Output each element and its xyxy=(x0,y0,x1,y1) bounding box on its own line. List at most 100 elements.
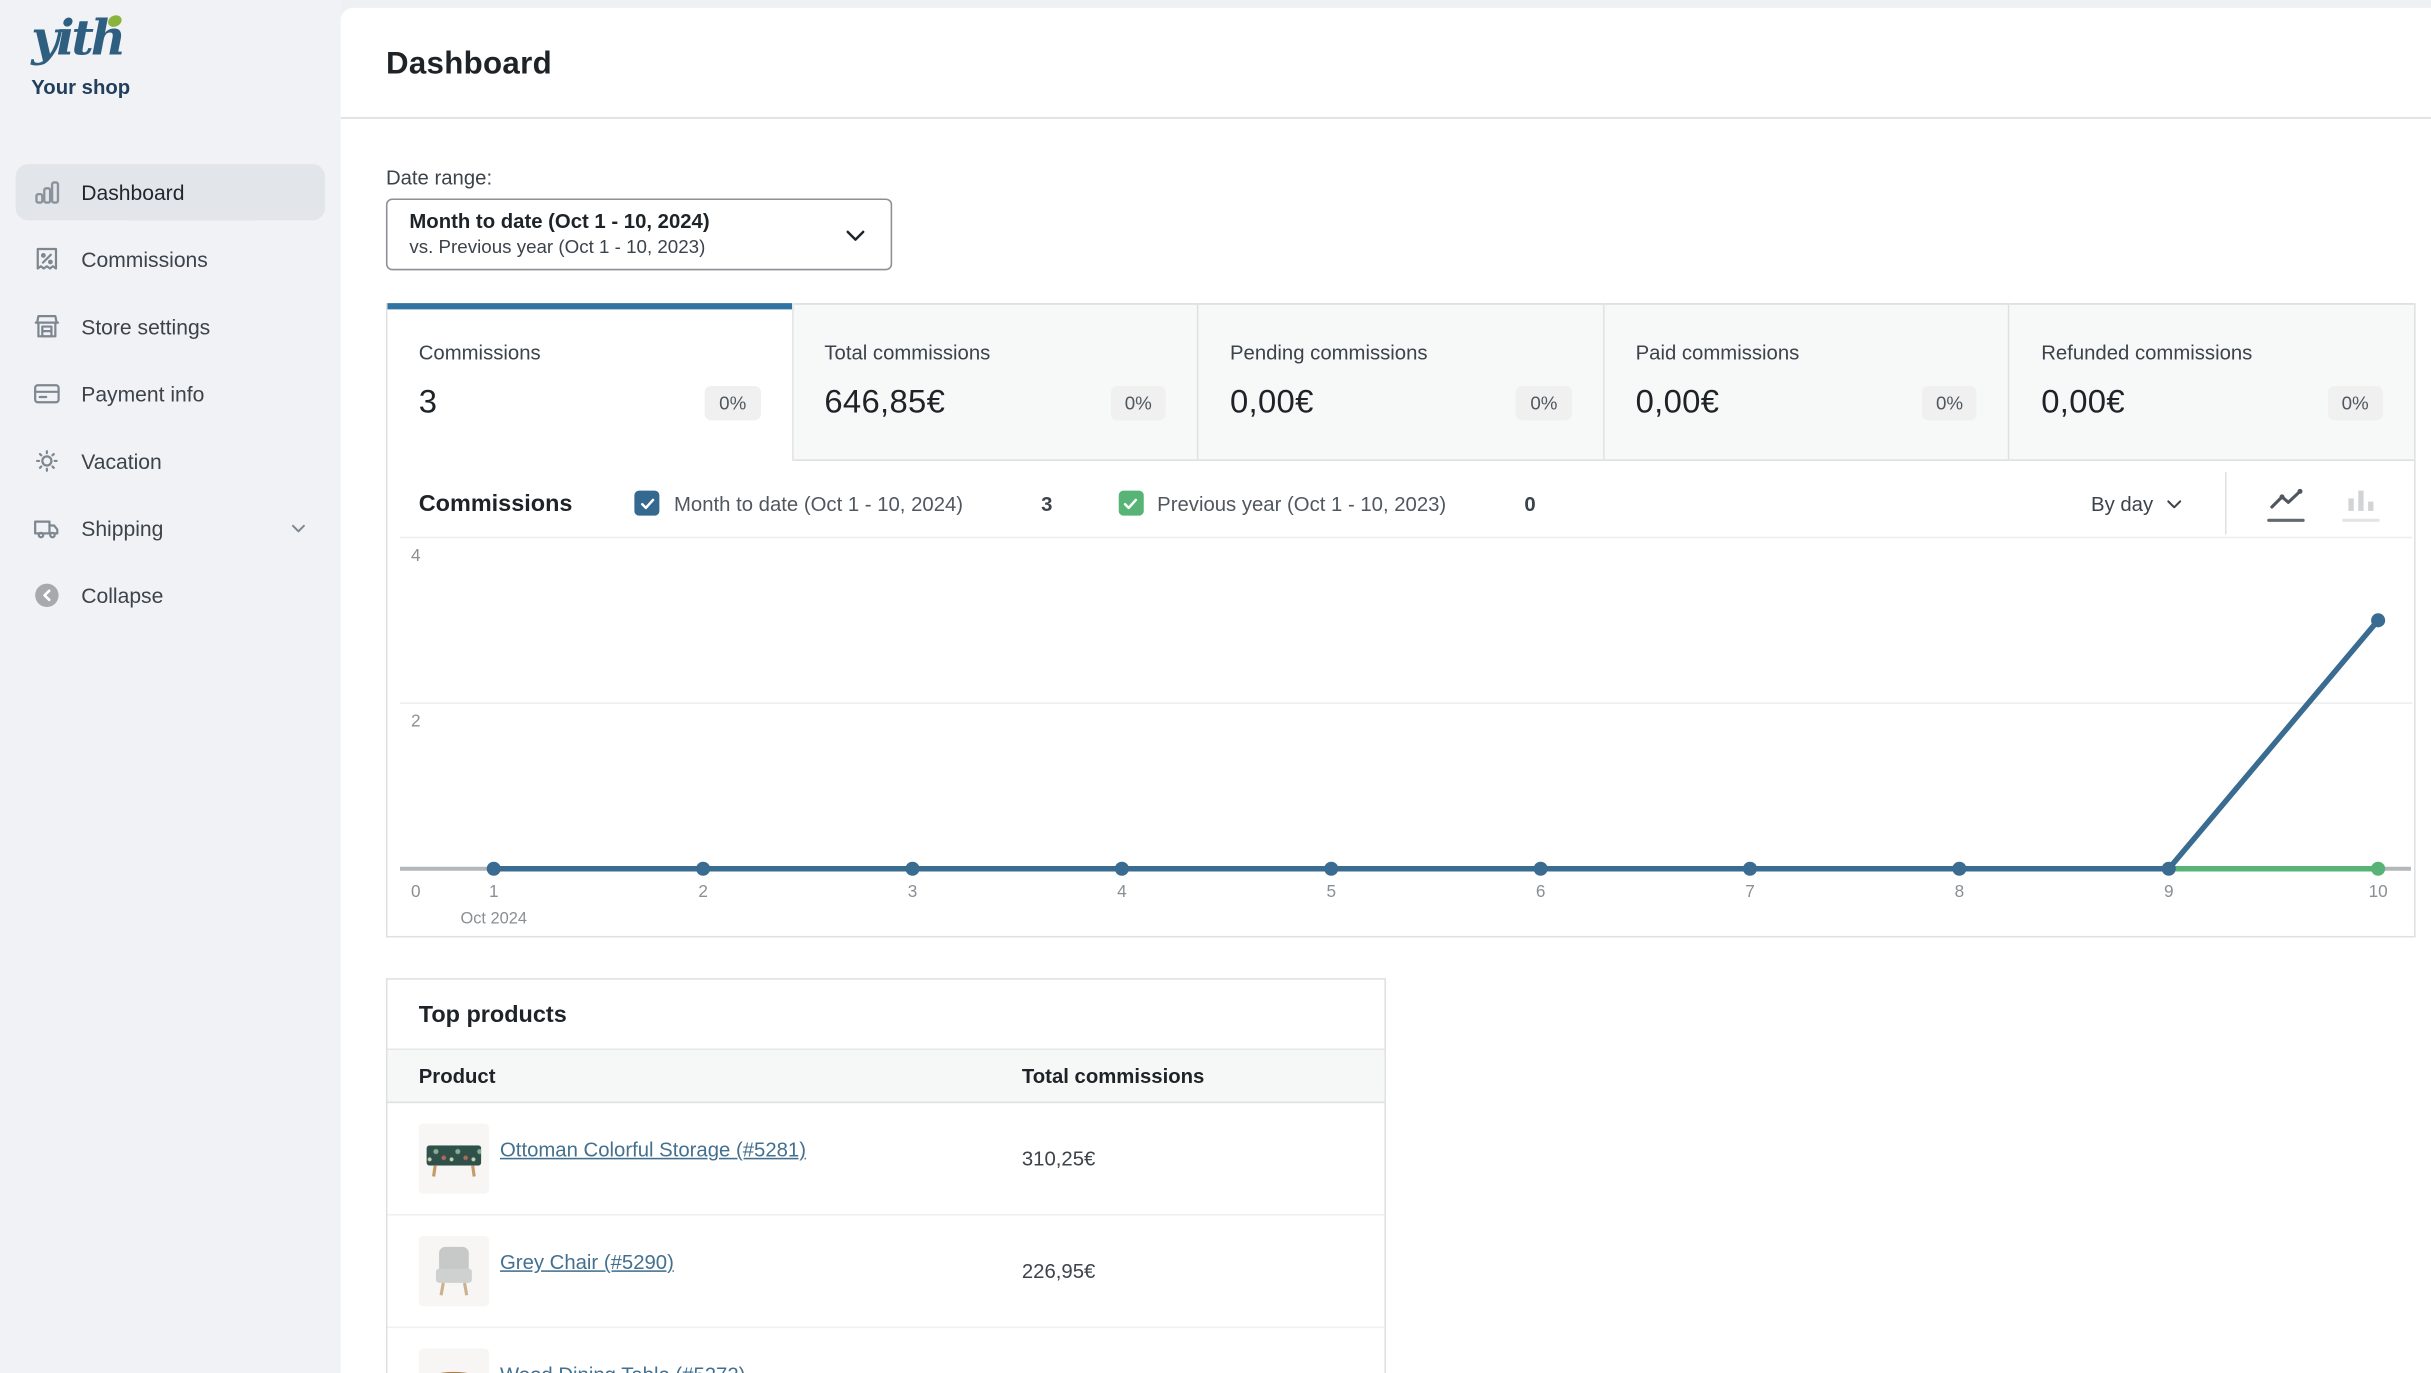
tab-refunded-commissions[interactable]: Refunded commissions 0,00€ 0% xyxy=(2010,303,2414,461)
top-products-panel: Top products Product Total commissions O… xyxy=(386,978,1386,1373)
chevron-down-icon xyxy=(288,517,310,539)
credit-card-icon xyxy=(31,378,62,409)
top-products-title: Top products xyxy=(388,980,1385,1049)
divider xyxy=(2225,472,2227,535)
column-header-total-commissions: Total commissions xyxy=(1022,1064,1204,1087)
sun-icon xyxy=(31,445,62,476)
sidebar-item-store-settings[interactable]: Store settings xyxy=(16,299,325,355)
product-link[interactable]: Ottoman Colorful Storage (#5281) xyxy=(500,1138,806,1161)
sidebar-item-label: Vacation xyxy=(81,449,309,472)
table-row: Ottoman Colorful Storage (#5281) 310,25€ xyxy=(388,1103,1385,1216)
collapse-arrow-left-icon xyxy=(31,580,62,611)
date-range-value: Month to date (Oct 1 - 10, 2024) xyxy=(409,210,842,235)
chart-header: Commissions Month to date (Oct 1 - 10, 2… xyxy=(388,461,2415,536)
svg-text:8: 8 xyxy=(1955,881,1965,901)
sidebar-item-dashboard[interactable]: Dashboard xyxy=(16,164,325,220)
sidebar-item-payment-info[interactable]: Payment info xyxy=(16,366,325,422)
stat-value: 0,00€ xyxy=(1230,384,1314,422)
tab-paid-commissions[interactable]: Paid commissions 0,00€ 0% xyxy=(1604,303,2010,461)
stat-value: 646,85€ xyxy=(824,384,945,422)
sidebar-item-label: Payment info xyxy=(81,382,309,405)
svg-text:2: 2 xyxy=(411,711,421,731)
stat-change-badge: 0% xyxy=(705,386,760,420)
stat-value: 0,00€ xyxy=(2041,384,2125,422)
commissions-chart: 0 2 4 1 2 3 4 5 6 7 8 9 10 Oct 2024 xyxy=(388,536,2415,936)
truck-icon xyxy=(31,513,62,544)
legend-label: Month to date (Oct 1 - 10, 2024) xyxy=(674,491,963,514)
svg-text:2: 2 xyxy=(698,881,708,901)
svg-text:7: 7 xyxy=(1745,881,1755,901)
date-range-compare: vs. Previous year (Oct 1 - 10, 2023) xyxy=(409,235,842,258)
legend-toggle-current[interactable]: Month to date (Oct 1 - 10, 2024) xyxy=(635,491,963,516)
active-underline xyxy=(2267,518,2305,521)
legend-toggle-previous[interactable]: Previous year (Oct 1 - 10, 2023) xyxy=(1118,491,1446,516)
column-header-product: Product xyxy=(419,1064,1022,1087)
product-thumbnail-table xyxy=(419,1348,489,1373)
chevron-down-icon xyxy=(842,221,869,248)
date-range-label: Date range: xyxy=(386,166,2431,189)
shop-name: Your shop xyxy=(16,66,325,99)
period-select-value: By day xyxy=(2091,491,2153,514)
svg-text:6: 6 xyxy=(1536,881,1546,901)
bar-chart-icon xyxy=(2342,485,2380,513)
line-chart-icon xyxy=(2267,485,2305,513)
svg-text:10: 10 xyxy=(2369,881,2388,901)
date-range-select[interactable]: Month to date (Oct 1 - 10, 2024) vs. Pre… xyxy=(386,198,892,270)
storefront-icon xyxy=(31,311,62,342)
product-commissions-value: 310,25€ xyxy=(1022,1147,1095,1170)
svg-text:0: 0 xyxy=(411,881,421,901)
svg-text:1: 1 xyxy=(489,881,499,901)
table-row: Grey Chair (#5290) 226,95€ xyxy=(388,1216,1385,1329)
stat-label: Commissions xyxy=(419,341,761,364)
page-title: Dashboard xyxy=(341,8,2431,83)
bar-chart-icon xyxy=(31,177,62,208)
stat-tabs: Commissions 3 0% Total commissions 646,8… xyxy=(388,303,2415,461)
product-commissions-value: 226,95€ xyxy=(1022,1259,1095,1282)
sidebar-item-label: Store settings xyxy=(81,315,309,338)
tab-total-commissions[interactable]: Total commissions 646,85€ 0% xyxy=(793,303,1199,461)
line-chart-toggle[interactable] xyxy=(2267,485,2305,521)
stat-label: Refunded commissions xyxy=(2041,341,2383,364)
sidebar-item-shipping[interactable]: Shipping xyxy=(16,500,325,556)
product-thumbnail-chair xyxy=(419,1236,489,1306)
sidebar-nav: Dashboard Commissions Store settings xyxy=(16,164,325,623)
sidebar-item-commissions[interactable]: Commissions xyxy=(16,231,325,287)
product-thumbnail-ottoman xyxy=(419,1123,489,1193)
sidebar-item-collapse[interactable]: Collapse xyxy=(16,567,325,623)
stat-change-badge: 0% xyxy=(1111,386,1166,420)
tab-commissions[interactable]: Commissions 3 0% xyxy=(388,303,794,461)
product-link[interactable]: Grey Chair (#5290) xyxy=(500,1250,674,1273)
period-select[interactable]: By day xyxy=(2091,491,2184,514)
bar-chart-toggle[interactable] xyxy=(2342,485,2380,521)
sidebar: yith Your shop Dashboard Commissions xyxy=(0,0,341,1373)
sidebar-item-label: Dashboard xyxy=(81,181,309,204)
product-link[interactable]: Wood Dining Table (#5272) xyxy=(500,1363,745,1373)
svg-text:4: 4 xyxy=(411,545,421,565)
svg-text:4: 4 xyxy=(1117,881,1127,901)
stat-change-badge: 0% xyxy=(2328,386,2383,420)
table-header: Product Total commissions xyxy=(388,1048,1385,1103)
checkbox-checked-icon[interactable] xyxy=(635,491,660,516)
stat-label: Total commissions xyxy=(824,341,1166,364)
stat-value: 3 xyxy=(419,384,438,422)
sidebar-item-vacation[interactable]: Vacation xyxy=(16,433,325,489)
svg-text:3: 3 xyxy=(908,881,918,901)
chevron-down-icon xyxy=(2164,493,2184,513)
legend-count-current: 3 xyxy=(1041,491,1052,514)
tab-pending-commissions[interactable]: Pending commissions 0,00€ 0% xyxy=(1199,303,1605,461)
commissions-panel: Commissions 3 0% Total commissions 646,8… xyxy=(386,303,2416,937)
table-row: Wood Dining Table (#5272) 109,65€ xyxy=(388,1328,1385,1373)
svg-text:5: 5 xyxy=(1326,881,1336,901)
stat-value: 0,00€ xyxy=(1636,384,1720,422)
yith-logo: yith xyxy=(16,9,325,65)
legend-count-previous: 0 xyxy=(1524,491,1535,514)
svg-text:Oct 2024: Oct 2024 xyxy=(460,909,527,927)
svg-text:9: 9 xyxy=(2164,881,2174,901)
sidebar-item-label: Collapse xyxy=(81,584,309,607)
main-content: Dashboard Date range: Month to date (Oct… xyxy=(341,0,2431,1373)
sidebar-item-label: Commissions xyxy=(81,248,309,271)
checkbox-checked-icon[interactable] xyxy=(1118,491,1143,516)
inactive-underline xyxy=(2342,518,2380,521)
stat-change-badge: 0% xyxy=(1516,386,1571,420)
receipt-percent-icon xyxy=(31,244,62,275)
